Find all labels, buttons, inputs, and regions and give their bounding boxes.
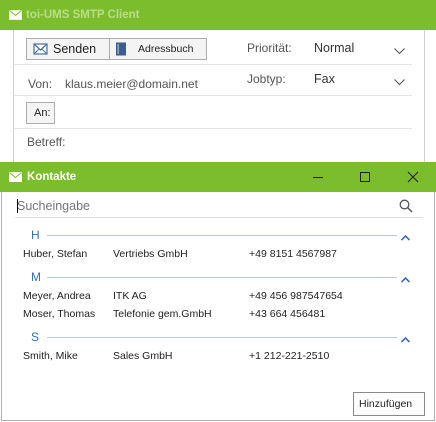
contact-company: Telefonie gem.GmbH [113, 308, 212, 320]
search-input[interactable] [17, 198, 377, 214]
envelope-icon [9, 171, 22, 185]
contact-company: Vertriebs GmbH [113, 248, 188, 260]
contact-row[interactable]: Meyer, Andrea ITK AG +49 456 987547654 [23, 290, 423, 306]
from-label: Von: [28, 77, 53, 91]
envelope-icon [9, 9, 22, 23]
contact-name: Smith, Mike [23, 350, 78, 362]
text-caret [17, 199, 18, 213]
group-letter: H [31, 228, 40, 242]
from-value: klaus.meier@domain.net [65, 77, 198, 91]
send-button-label: Senden [53, 42, 97, 56]
subject-label: Betreff: [27, 135, 66, 149]
search-box [15, 196, 423, 218]
jobtype-select[interactable]: Fax [314, 68, 410, 90]
contact-phone: +49 456 987547654 [249, 290, 343, 302]
group-divider [47, 337, 397, 338]
smtp-titlebar[interactable]: toi-UMS SMTP Client [0, 0, 436, 30]
send-mail-icon [33, 42, 49, 59]
add-contact-button-label: Hinzufügen [359, 398, 413, 410]
smtp-client-window: toi-UMS SMTP Client Senden Adressbuch Pr… [0, 0, 436, 162]
contacts-window-title: Kontakte [27, 171, 77, 183]
contact-company: ITK AG [113, 290, 147, 302]
contact-row[interactable]: Huber, Stefan Vertriebs GmbH +49 8151 45… [23, 248, 423, 264]
priority-value: Normal [314, 41, 355, 55]
contact-name: Meyer, Andrea [23, 290, 91, 302]
close-icon[interactable] [402, 167, 424, 187]
to-button[interactable]: An: [26, 102, 55, 124]
group-letter: S [31, 330, 40, 344]
maximize-icon[interactable] [354, 167, 376, 187]
collapse-chevron-icon[interactable] [400, 272, 411, 286]
contacts-body: H Huber, Stefan Vertriebs GmbH +49 8151 … [1, 192, 435, 421]
group-divider [47, 277, 397, 278]
contact-row[interactable]: Smith, Mike Sales GmbH +1 212-221-2510 [23, 350, 423, 366]
group-header-h: H [15, 228, 421, 242]
send-button[interactable]: Senden [26, 38, 114, 60]
contact-name: Huber, Stefan [23, 248, 88, 260]
addressbook-button[interactable]: Adressbuch [109, 38, 207, 60]
group-header-m: M [15, 270, 421, 284]
chevron-down-icon [394, 44, 405, 58]
divider [14, 95, 412, 96]
contacts-titlebar[interactable]: Kontakte [0, 162, 436, 192]
addressbook-button-label: Adressbuch [138, 43, 194, 55]
search-icon[interactable] [399, 199, 413, 216]
smtp-window-title: toi-UMS SMTP Client [26, 9, 140, 21]
smtp-form: Senden Adressbuch Priorität: Normal Von:… [13, 30, 425, 162]
add-contact-button[interactable]: Hinzufügen [353, 392, 425, 416]
collapse-chevron-icon[interactable] [400, 332, 411, 346]
jobtype-value: Fax [314, 72, 335, 86]
contact-phone: +49 8151 4567987 [249, 248, 337, 260]
divider [14, 128, 412, 129]
group-header-s: S [15, 330, 421, 344]
to-button-label: An: [34, 107, 51, 119]
group-letter: M [31, 270, 41, 284]
contacts-window: Kontakte H Huber, Stefan [0, 162, 436, 422]
group-divider [47, 235, 397, 236]
minimize-icon[interactable] [307, 167, 329, 187]
contact-company: Sales GmbH [113, 350, 173, 362]
priority-select[interactable]: Normal [314, 37, 410, 59]
contact-name: Moser, Thomas [23, 308, 96, 320]
jobtype-label: Jobtyp: [247, 72, 286, 86]
chevron-down-icon [394, 75, 405, 89]
addressbook-icon [115, 42, 127, 59]
subject-field[interactable] [74, 131, 410, 153]
priority-label: Priorität: [247, 41, 292, 55]
collapse-chevron-icon[interactable] [400, 230, 411, 244]
contact-phone: +1 212-221-2510 [249, 350, 330, 362]
divider [14, 64, 412, 65]
contact-phone: +43 664 456481 [249, 308, 326, 320]
contact-row[interactable]: Moser, Thomas Telefonie gem.GmbH +43 664… [23, 308, 423, 324]
